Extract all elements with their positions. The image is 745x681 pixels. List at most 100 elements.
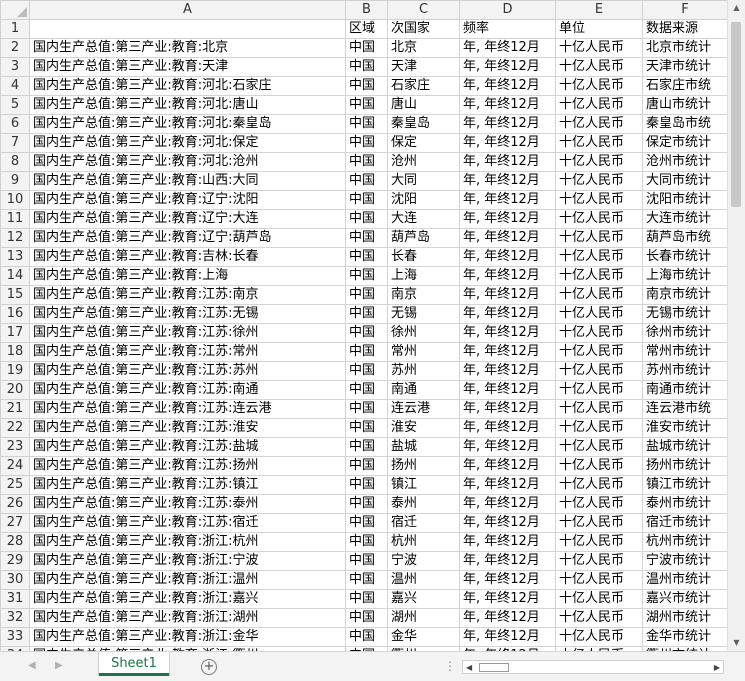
vertical-scroll-thumb[interactable] <box>731 22 741 207</box>
cell[interactable]: 中国 <box>345 133 388 153</box>
cell[interactable]: 沧州 <box>387 152 460 172</box>
cell[interactable]: 中国 <box>345 589 388 609</box>
row-header[interactable]: 11 <box>0 209 30 229</box>
cell[interactable]: 频率 <box>459 19 556 39</box>
row-header[interactable]: 30 <box>0 570 30 590</box>
cell[interactable]: 国内生产总值:第三产业:教育:江苏:连云港 <box>29 399 346 419</box>
cell[interactable]: 次国家 <box>387 19 460 39</box>
cell[interactable]: 年, 年终12月 <box>459 228 556 248</box>
spreadsheet-grid[interactable]: A B C D E F 1 区域 次国家 频率 单位 数据来源 2 国内生产总值:… <box>0 0 727 651</box>
cell[interactable]: 中国 <box>345 399 388 419</box>
cell[interactable]: 十亿人民币 <box>555 437 643 457</box>
cell[interactable]: 年, 年终12月 <box>459 342 556 362</box>
cell[interactable]: 淮安市统计 <box>642 418 727 438</box>
cell[interactable]: 大同市统计 <box>642 171 727 191</box>
cell[interactable]: 十亿人民币 <box>555 627 643 647</box>
cell[interactable]: 湖州 <box>387 608 460 628</box>
cell[interactable]: 中国 <box>345 57 388 77</box>
cell[interactable]: 中国 <box>345 418 388 438</box>
cell[interactable]: 中国 <box>345 608 388 628</box>
cell[interactable]: 年, 年终12月 <box>459 114 556 134</box>
cell[interactable]: 泰州 <box>387 494 460 514</box>
cell[interactable]: 年, 年终12月 <box>459 627 556 647</box>
row-header[interactable]: 25 <box>0 475 30 495</box>
cell[interactable]: 温州市统计 <box>642 570 727 590</box>
cell[interactable]: 年, 年终12月 <box>459 152 556 172</box>
row-header[interactable]: 10 <box>0 190 30 210</box>
sheet-tab[interactable]: Sheet1 <box>99 652 169 676</box>
cell[interactable]: 十亿人民币 <box>555 209 643 229</box>
cell[interactable]: 十亿人民币 <box>555 190 643 210</box>
cell[interactable]: 年, 年终12月 <box>459 589 556 609</box>
row-header[interactable]: 17 <box>0 323 30 343</box>
cell[interactable]: 国内生产总值:第三产业:教育:上海 <box>29 266 346 286</box>
horizontal-scrollbar[interactable]: ◀ ▶ <box>462 660 724 674</box>
column-header[interactable]: D <box>459 0 556 20</box>
cell[interactable]: 连云港市统 <box>642 399 727 419</box>
cell[interactable]: 十亿人民币 <box>555 76 643 96</box>
cell[interactable]: 年, 年终12月 <box>459 323 556 343</box>
cell[interactable]: 苏州市统计 <box>642 361 727 381</box>
scroll-down-icon[interactable]: ▼ <box>728 635 745 651</box>
cell[interactable]: 年, 年终12月 <box>459 171 556 191</box>
cell[interactable]: 沈阳市统计 <box>642 190 727 210</box>
cell[interactable]: 年, 年终12月 <box>459 133 556 153</box>
cell[interactable]: 宿迁市统计 <box>642 513 727 533</box>
cell[interactable]: 北京市统计 <box>642 38 727 58</box>
cell[interactable]: 年, 年终12月 <box>459 475 556 495</box>
vertical-scrollbar[interactable]: ▲ ▼ <box>727 0 745 651</box>
cell[interactable]: 年, 年终12月 <box>459 399 556 419</box>
cell[interactable]: 十亿人民币 <box>555 133 643 153</box>
cell[interactable]: 年, 年终12月 <box>459 570 556 590</box>
cell[interactable]: 国内生产总值:第三产业:教育:河北:沧州 <box>29 152 346 172</box>
cell[interactable]: 十亿人民币 <box>555 380 643 400</box>
cell[interactable]: 区域 <box>345 19 388 39</box>
cell[interactable]: 保定 <box>387 133 460 153</box>
cell[interactable]: 大同 <box>387 171 460 191</box>
cell[interactable]: 大连 <box>387 209 460 229</box>
cell[interactable]: 中国 <box>345 361 388 381</box>
row-header[interactable]: 24 <box>0 456 30 476</box>
cell[interactable]: 葫芦岛市统 <box>642 228 727 248</box>
cell[interactable]: 中国 <box>345 304 388 324</box>
row-header[interactable]: 21 <box>0 399 30 419</box>
cell[interactable]: 中国 <box>345 38 388 58</box>
cell[interactable]: 年, 年终12月 <box>459 437 556 457</box>
cell[interactable]: 宁波 <box>387 551 460 571</box>
cell[interactable]: 国内生产总值:第三产业:教育:浙江:温州 <box>29 570 346 590</box>
cell[interactable]: 十亿人民币 <box>555 228 643 248</box>
row-header[interactable]: 3 <box>0 57 30 77</box>
cell[interactable]: 国内生产总值:第三产业:教育:江苏:盐城 <box>29 437 346 457</box>
cell[interactable]: 南通 <box>387 380 460 400</box>
cell[interactable]: 年, 年终12月 <box>459 95 556 115</box>
cell[interactable]: 国内生产总值:第三产业:教育:浙江:金华 <box>29 627 346 647</box>
cell[interactable]: 年, 年终12月 <box>459 190 556 210</box>
next-sheet-icon[interactable]: ▶ <box>55 660 63 671</box>
row-header[interactable]: 27 <box>0 513 30 533</box>
row-header[interactable]: 9 <box>0 171 30 191</box>
scroll-left-icon[interactable]: ◀ <box>466 661 472 674</box>
cell[interactable]: 秦皇岛市统 <box>642 114 727 134</box>
cell[interactable]: 南京 <box>387 285 460 305</box>
row-header[interactable]: 19 <box>0 361 30 381</box>
cell[interactable]: 长春市统计 <box>642 247 727 267</box>
row-header[interactable]: 33 <box>0 627 30 647</box>
cell[interactable]: 宁波市统计 <box>642 551 727 571</box>
cell[interactable]: 中国 <box>345 95 388 115</box>
cell[interactable]: 唐山 <box>387 95 460 115</box>
cell[interactable]: 年, 年终12月 <box>459 304 556 324</box>
row-header[interactable]: 5 <box>0 95 30 115</box>
cell[interactable]: 中国 <box>345 437 388 457</box>
cell[interactable]: 十亿人民币 <box>555 494 643 514</box>
cell[interactable]: 国内生产总值:第三产业:教育:辽宁:大连 <box>29 209 346 229</box>
cell[interactable]: 常州市统计 <box>642 342 727 362</box>
row-header[interactable]: 14 <box>0 266 30 286</box>
cell[interactable]: 十亿人民币 <box>555 323 643 343</box>
cell[interactable]: 嘉兴 <box>387 589 460 609</box>
row-header[interactable]: 28 <box>0 532 30 552</box>
cell[interactable]: 年, 年终12月 <box>459 266 556 286</box>
cell[interactable]: 国内生产总值:第三产业:教育:江苏:扬州 <box>29 456 346 476</box>
cell[interactable]: 十亿人民币 <box>555 399 643 419</box>
row-header[interactable]: 15 <box>0 285 30 305</box>
cell[interactable]: 中国 <box>345 171 388 191</box>
